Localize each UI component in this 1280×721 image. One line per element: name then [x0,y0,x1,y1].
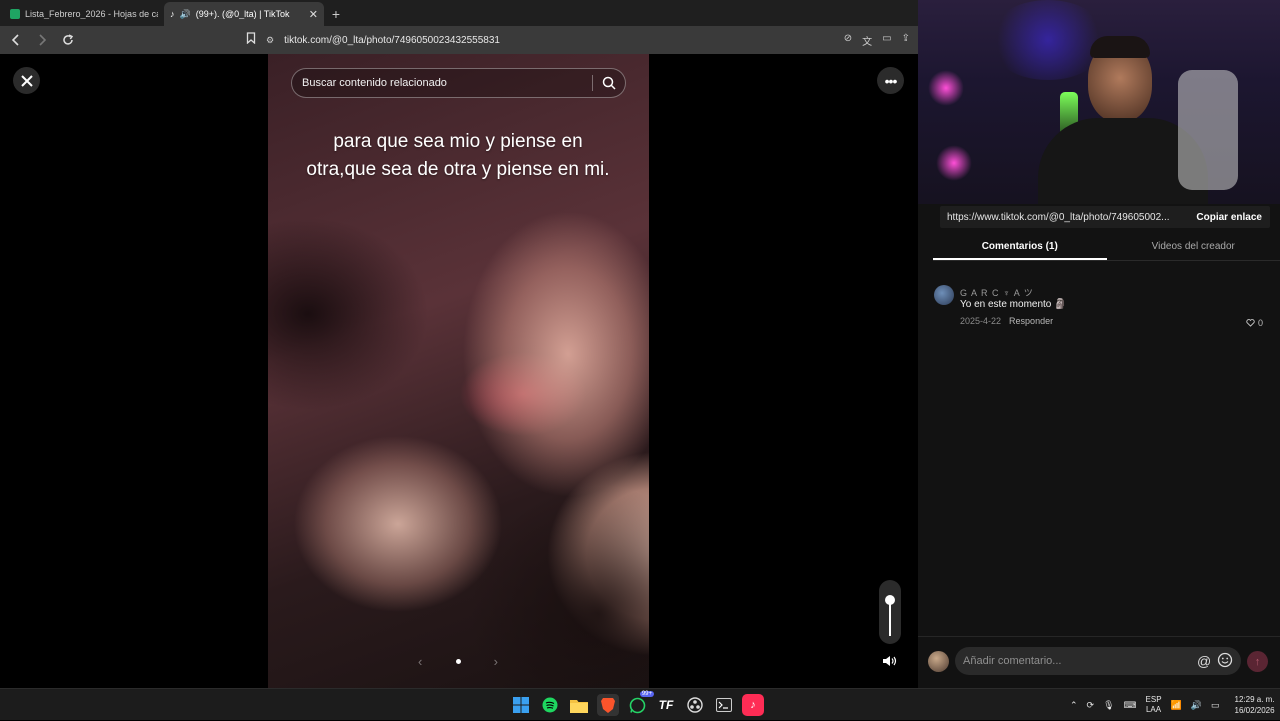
webcam-overlay [918,0,1280,204]
brave-browser-icon[interactable] [597,694,619,716]
reader-off-icon[interactable]: ⊘ [844,33,852,48]
obs-icon[interactable] [684,694,706,716]
like-comment-button[interactable]: 0 [1246,318,1263,328]
photo-slide[interactable]: para que sea mio y piense en otra,que se… [268,54,649,688]
tab-bar: Lista_Febrero_2026 - Hojas de cálculo ♪ … [0,0,918,26]
clock-time: 12:29 a. m. [1235,694,1275,705]
tiktok-note-icon: ♪ [750,699,756,711]
share-link-row: https://www.tiktok.com/@0_lta/photo/7496… [940,206,1270,228]
volume-slider[interactable] [879,580,901,644]
emoji-icon[interactable] [1217,652,1233,673]
related-search[interactable] [291,68,626,98]
terminal-icon[interactable] [713,694,735,716]
search-input[interactable] [302,77,592,89]
carousel-controls: ‹ › [418,654,498,669]
photo-caption: para que sea mio y piense en otra,que se… [298,128,618,184]
next-slide-icon[interactable]: › [494,654,498,669]
tf-app-icon[interactable]: TF [655,694,677,716]
taskbar: 99+ TF ♪ ⌃ ⟳ 🎙 ⌨ ESP LAA 📶 🔊 ▭ 12:29 a. … [0,688,1280,720]
bookmark-icon[interactable] [246,31,256,49]
chevron-up-icon[interactable]: ⌃ [1070,700,1078,711]
commenter-avatar[interactable] [934,285,954,305]
sync-icon[interactable]: ⟳ [1087,700,1095,711]
comment-meta: 2025-4-22 Responder [960,316,1053,326]
language-indicator[interactable]: ESP LAA [1146,695,1162,715]
reply-button[interactable]: Responder [1009,316,1053,326]
heart-icon [1246,319,1255,327]
site-settings-icon[interactable]: ⚙ [266,35,274,46]
comment-date: 2025-4-22 [960,316,1001,326]
search-icon[interactable] [593,76,625,90]
share-link-text[interactable]: https://www.tiktok.com/@0_lta/photo/7496… [940,212,1188,223]
commenter-username[interactable]: G A R C ♆ A ツ [960,286,1034,299]
copy-link-button[interactable]: Copiar enlace [1188,212,1270,223]
url-text[interactable]: tiktok.com/@0_lta/photo/7496050023432555… [284,35,834,46]
slide-indicator [456,659,461,664]
volume-icon[interactable]: 🔊 [1191,700,1202,711]
keyboard-icon[interactable]: ⌨ [1124,700,1137,711]
my-avatar [928,651,949,672]
side-panel: https://www.tiktok.com/@0_lta/photo/7496… [918,0,1280,688]
sheets-icon [10,9,20,19]
address-bar[interactable]: ⚙ tiktok.com/@0_lta/photo/74960500234325… [246,31,834,49]
share-icon[interactable]: ⇪ [902,33,910,48]
notification-badge: 99+ [640,691,654,697]
webcam-person-hair [1090,36,1150,58]
speaker-icon [882,655,898,667]
clock[interactable]: 12:29 a. m. 16/02/2026 [1235,694,1275,716]
photo-viewer: para que sea mio y piense en otra,que se… [0,54,918,688]
comment-text: Yo en este momento 🗿 [960,299,1067,310]
webcam-chair [1178,70,1238,190]
battery-icon[interactable]: ▭ [1211,700,1220,711]
tab-creator-videos[interactable]: Videos del creador [1107,236,1280,260]
like-count: 0 [1258,318,1263,328]
speaker-icon[interactable]: 🔊 [180,9,191,20]
browser-toolbar: ⚙ tiktok.com/@0_lta/photo/74960500234325… [0,26,918,54]
language-layout: LAA [1146,705,1162,715]
forward-icon[interactable] [34,32,50,48]
cast-icon[interactable]: ▭ [882,33,891,48]
panel-tabs: Comentarios (1) Videos del creador [933,236,1280,261]
volume-handle[interactable] [885,595,895,605]
tiktok-favicon-icon: ♪ [170,9,175,19]
tiktok-app-icon[interactable]: ♪ [742,694,764,716]
comment-composer: @ ↑ [918,636,1280,688]
webcam-light-pink [928,70,964,106]
translate-icon[interactable]: 文 [862,33,872,48]
reload-icon[interactable] [60,32,76,48]
tab-title: (99+). (@0_lta) | TikTok [196,9,304,19]
volume-button[interactable] [879,651,901,671]
clock-date: 16/02/2026 [1235,705,1275,716]
webcam-light-pink [936,145,972,181]
new-tab-button[interactable]: + [324,2,348,26]
file-explorer-icon[interactable] [568,694,590,716]
spotify-icon[interactable] [539,694,561,716]
taskbar-apps: 99+ TF ♪ [510,689,764,721]
more-options-button[interactable]: ••• [877,67,904,94]
close-viewer-button[interactable] [13,67,40,94]
more-icon: ••• [885,73,897,89]
windows-start-icon[interactable] [510,694,532,716]
wifi-icon[interactable]: 📶 [1171,700,1182,711]
close-icon [21,75,33,87]
send-comment-button[interactable]: ↑ [1247,651,1268,672]
arrow-up-icon: ↑ [1255,656,1261,668]
mic-icon[interactable]: 🎙 [1103,700,1114,711]
mention-icon[interactable]: @ [1197,653,1211,669]
tab-title: Lista_Febrero_2026 - Hojas de cálculo [25,9,158,19]
system-tray: ⌃ ⟳ 🎙 ⌨ ESP LAA 📶 🔊 ▭ 12:29 a. m. 16/02/… [1070,689,1275,721]
back-icon[interactable] [8,32,24,48]
tab-spreadsheet[interactable]: Lista_Febrero_2026 - Hojas de cálculo [4,2,164,26]
prev-slide-icon[interactable]: ‹ [418,654,422,669]
tab-comments[interactable]: Comentarios (1) [933,236,1107,260]
language-code: ESP [1146,695,1162,705]
close-tab-icon[interactable]: ✕ [309,8,318,21]
toolbar-actions: ⊘ 文 ▭ ⇪ [844,33,910,48]
whatsapp-icon[interactable]: 99+ [626,694,648,716]
tab-tiktok[interactable]: ♪ 🔊 (99+). (@0_lta) | TikTok ✕ [164,2,324,26]
